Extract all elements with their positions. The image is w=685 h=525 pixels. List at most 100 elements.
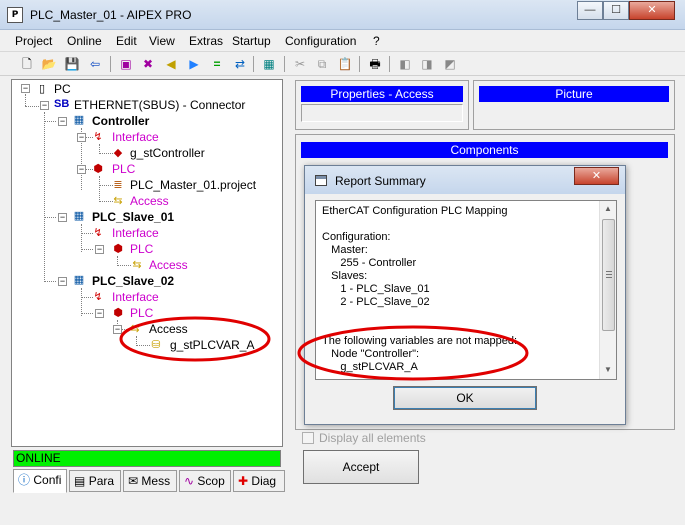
project-file-icon: ≣ bbox=[113, 179, 123, 191]
scroll-thumb[interactable] bbox=[602, 219, 615, 331]
tree-node-slave1[interactable]: PLC_Slave_01 bbox=[92, 210, 174, 224]
tree-node-interface[interactable]: Interface bbox=[112, 130, 159, 144]
tree-expander[interactable]: − bbox=[113, 325, 122, 334]
open-folder-icon[interactable]: 📂 bbox=[40, 55, 58, 73]
scroll-up-arrow-icon[interactable]: ▲ bbox=[600, 201, 616, 217]
tab-parameters[interactable]: ▤ Para bbox=[69, 470, 121, 492]
project-tree[interactable]: − ▯ PC − SB ETHERNET(SBUS) - Connector −… bbox=[11, 79, 283, 447]
copy-icon[interactable]: ⧉ bbox=[313, 55, 331, 73]
tree-node-interface[interactable]: Interface bbox=[112, 290, 159, 304]
tree-node-plc[interactable]: PLC bbox=[130, 242, 153, 256]
tree-node-connector[interactable]: ETHERNET(SBUS) - Connector bbox=[74, 98, 245, 112]
tab-label: Confi bbox=[33, 473, 62, 487]
menu-extras[interactable]: Extras bbox=[189, 34, 223, 48]
tree-expander[interactable]: − bbox=[95, 309, 104, 318]
tree-node-variable[interactable]: g_stPLCVAR_A bbox=[170, 338, 255, 352]
toolbar-separator bbox=[359, 56, 360, 72]
picture-header: Picture bbox=[479, 86, 669, 102]
tree-node-access[interactable]: Access bbox=[149, 322, 188, 336]
menu-project[interactable]: Project bbox=[15, 34, 52, 48]
tree-node-access[interactable]: Access bbox=[149, 258, 188, 272]
tree-expander[interactable]: − bbox=[77, 165, 86, 174]
tree-node-interface[interactable]: Interface bbox=[112, 226, 159, 240]
minimize-button[interactable]: — bbox=[577, 1, 603, 20]
toolbar: 🗋 📂 💾 ⇦ ▣ ✖ ◀ ▶ = ⇄ ▦ ✂ ⧉ 📋 🖶 ◧ ◨ ◩ bbox=[0, 51, 685, 76]
tree-line bbox=[25, 106, 39, 107]
tree-node-access[interactable]: Access bbox=[130, 194, 169, 208]
sbus-icon: SB bbox=[54, 98, 70, 110]
tree-node-controller[interactable]: Controller bbox=[92, 114, 149, 128]
interface-icon: ↯ bbox=[93, 227, 103, 239]
plc-icon: ⬢ bbox=[113, 243, 123, 255]
print-icon[interactable]: 🖶 bbox=[366, 55, 384, 73]
tab-scope[interactable]: ∿ Scop bbox=[179, 470, 231, 492]
report-line: g_stPLCVAR_A bbox=[322, 361, 418, 373]
report-line: EtherCAT Configuration PLC Mapping bbox=[322, 205, 508, 217]
tab-configuration[interactable]: ⓘ Confi bbox=[13, 469, 67, 493]
save-alt-icon[interactable]: ▣ bbox=[117, 55, 135, 73]
arrow-left-icon[interactable]: ◀ bbox=[162, 55, 180, 73]
tree-expander[interactable]: − bbox=[58, 213, 67, 222]
scroll-down-arrow-icon[interactable]: ▼ bbox=[600, 362, 616, 378]
tool2-icon[interactable]: ◨ bbox=[418, 55, 436, 73]
import-icon[interactable]: ⇦ bbox=[86, 55, 104, 73]
tree-line bbox=[44, 281, 56, 282]
tree-node-project[interactable]: PLC_Master_01.project bbox=[130, 178, 256, 192]
properties-panel: Properties - Access bbox=[295, 80, 469, 130]
tree-node-plc[interactable]: PLC bbox=[112, 162, 135, 176]
tree-expander[interactable]: − bbox=[77, 133, 86, 142]
tab-diagnostics[interactable]: ✚ Diag bbox=[233, 470, 285, 492]
report-line: Configuration: bbox=[322, 231, 391, 243]
slave-icon: ▦ bbox=[73, 210, 85, 222]
report-line: Node "Controller": bbox=[322, 348, 420, 360]
maximize-button[interactable]: ☐ bbox=[603, 1, 629, 20]
menu-startup[interactable]: Startup bbox=[232, 34, 271, 48]
tree-node-pc[interactable]: PC bbox=[54, 82, 71, 96]
database-icon: ⛁ bbox=[151, 339, 161, 351]
dialog-title: Report Summary bbox=[335, 174, 426, 188]
dialog-close-button[interactable]: ✕ bbox=[574, 167, 619, 185]
interface-icon: ↯ bbox=[93, 131, 103, 143]
plc-icon: ⬢ bbox=[93, 163, 103, 175]
menu-configuration[interactable]: Configuration bbox=[285, 34, 356, 48]
properties-field[interactable] bbox=[301, 104, 463, 122]
save-icon[interactable]: 💾 bbox=[63, 55, 81, 73]
menu-view[interactable]: View bbox=[149, 34, 175, 48]
menu-online[interactable]: Online bbox=[67, 34, 102, 48]
tree-expander[interactable]: − bbox=[58, 277, 67, 286]
report-scrollbar[interactable]: ▲ ▼ bbox=[599, 201, 616, 379]
tree-node-variable[interactable]: g_stController bbox=[130, 146, 205, 160]
tree-expander[interactable]: − bbox=[58, 117, 67, 126]
tool1-icon[interactable]: ◧ bbox=[396, 55, 414, 73]
controller-icon: ▦ bbox=[73, 114, 85, 126]
report-line: 2 - PLC_Slave_02 bbox=[322, 296, 430, 308]
plc-icon: ⬢ bbox=[113, 307, 123, 319]
ok-button[interactable]: OK bbox=[393, 386, 537, 410]
accept-button[interactable]: Accept bbox=[303, 450, 419, 484]
display-all-checkbox[interactable] bbox=[302, 432, 314, 444]
tool3-icon[interactable]: ◩ bbox=[441, 55, 459, 73]
cancel-icon[interactable]: ✖ bbox=[139, 55, 157, 73]
new-file-icon[interactable]: 🗋 bbox=[18, 55, 36, 73]
tree-expander[interactable]: − bbox=[40, 101, 49, 110]
menu-bar: Project Online Edit View Extras Startup … bbox=[0, 31, 685, 51]
config-icon: ⓘ bbox=[18, 473, 31, 487]
close-button[interactable]: ✕ bbox=[629, 1, 675, 20]
cut-icon[interactable]: ✂ bbox=[291, 55, 309, 73]
arrow-right-icon[interactable]: ▶ bbox=[185, 55, 203, 73]
report-text-area[interactable]: EtherCAT Configuration PLC Mapping Confi… bbox=[315, 200, 617, 380]
calculator-icon[interactable]: ▦ bbox=[260, 55, 278, 73]
interface-icon: ↯ bbox=[93, 291, 103, 303]
tree-node-slave2[interactable]: PLC_Slave_02 bbox=[92, 274, 174, 288]
tree-expander[interactable]: − bbox=[21, 84, 30, 93]
equals-icon[interactable]: = bbox=[208, 55, 226, 73]
window-title: PLC_Master_01 - AIPEX PRO bbox=[30, 8, 192, 22]
menu-edit[interactable]: Edit bbox=[116, 34, 137, 48]
paste-icon[interactable]: 📋 bbox=[336, 55, 354, 73]
menu-help[interactable]: ? bbox=[373, 34, 380, 48]
tree-node-plc[interactable]: PLC bbox=[130, 306, 153, 320]
tree-expander[interactable]: − bbox=[95, 245, 104, 254]
tab-messages[interactable]: ✉ Mess bbox=[123, 470, 177, 492]
report-line: Master: bbox=[322, 244, 368, 256]
compare-icon[interactable]: ⇄ bbox=[231, 55, 249, 73]
